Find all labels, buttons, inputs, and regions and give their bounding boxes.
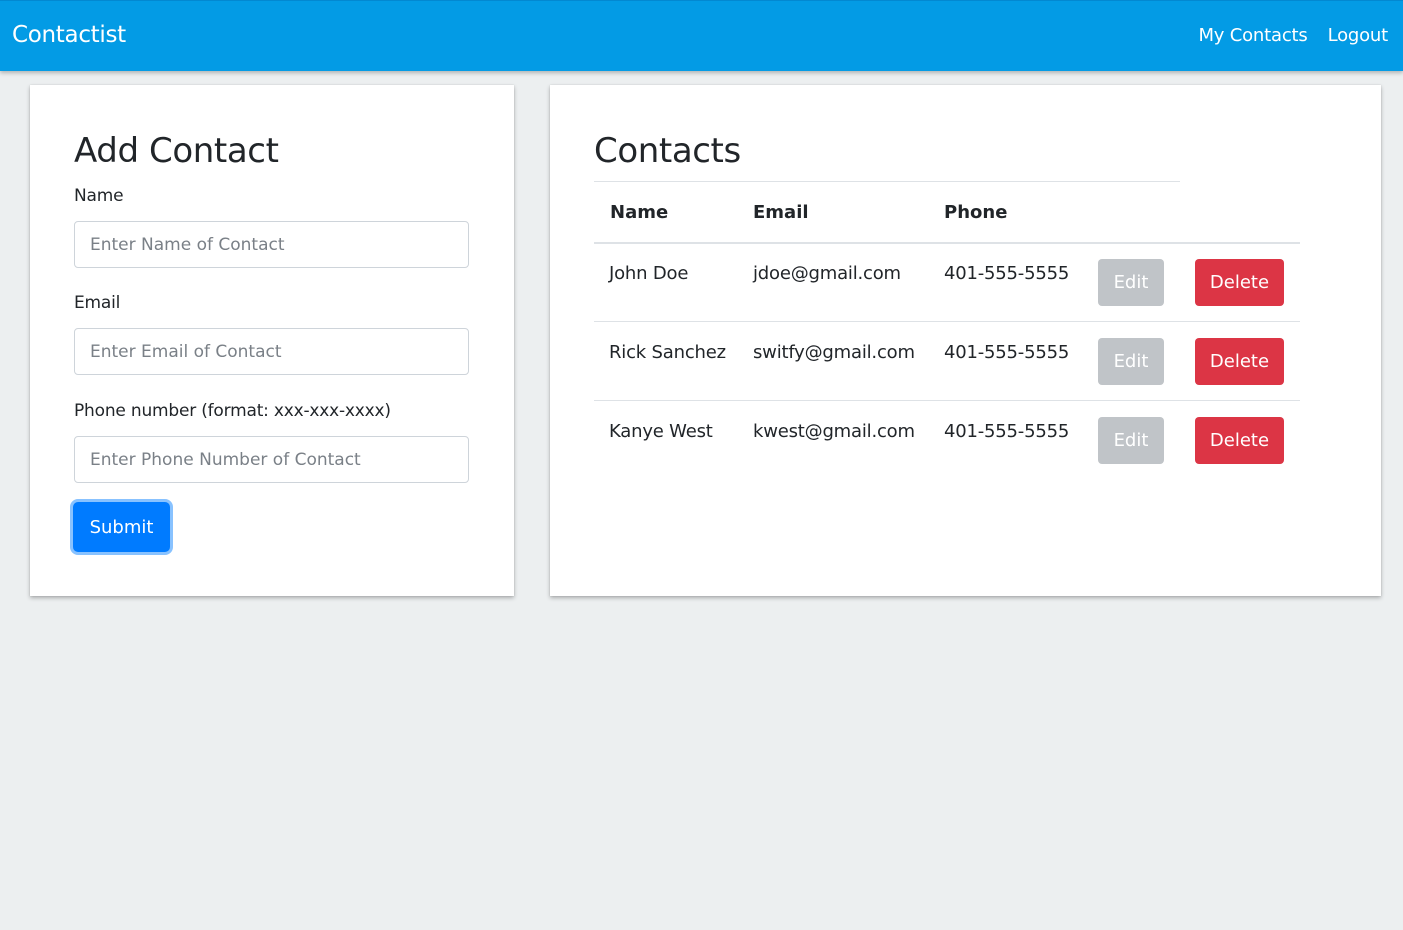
contact-name: Rick Sanchez bbox=[609, 342, 726, 363]
table-header-divider bbox=[594, 242, 1300, 244]
delete-button[interactable]: Delete bbox=[1195, 417, 1284, 464]
email-input[interactable] bbox=[74, 328, 469, 375]
contacts-title: Contacts bbox=[594, 131, 741, 171]
add-contact-card: Add Contact Name Email Phone number (for… bbox=[30, 85, 514, 596]
name-input[interactable] bbox=[74, 221, 469, 268]
brand-link[interactable]: Contactist bbox=[12, 22, 126, 48]
edit-button[interactable]: Edit bbox=[1098, 417, 1164, 464]
contact-email: jdoe@gmail.com bbox=[753, 263, 901, 284]
column-header-phone: Phone bbox=[944, 202, 1008, 223]
contact-phone: 401-555-5555 bbox=[944, 342, 1070, 363]
delete-button[interactable]: Delete bbox=[1195, 259, 1284, 306]
phone-label: Phone number (format: xxx-xxx-xxxx) bbox=[74, 401, 391, 421]
column-header-name: Name bbox=[610, 202, 669, 223]
contacts-card: Contacts Name Email Phone John Doe jdoe@… bbox=[550, 85, 1381, 596]
contact-phone: 401-555-5555 bbox=[944, 421, 1070, 442]
submit-button[interactable]: Submit bbox=[73, 502, 170, 552]
nav-logout-link[interactable]: Logout bbox=[1328, 25, 1389, 46]
nav-links: My Contacts Logout bbox=[1198, 25, 1388, 46]
nav-my-contacts-link[interactable]: My Contacts bbox=[1198, 25, 1307, 46]
edit-button[interactable]: Edit bbox=[1098, 338, 1164, 385]
contact-name: Kanye West bbox=[609, 421, 713, 442]
phone-input[interactable] bbox=[74, 436, 469, 483]
row-divider bbox=[594, 400, 1300, 401]
row-divider bbox=[594, 321, 1300, 322]
add-contact-title: Add Contact bbox=[74, 131, 279, 171]
column-header-email: Email bbox=[753, 202, 809, 223]
contact-email: switfy@gmail.com bbox=[753, 342, 915, 363]
contact-phone: 401-555-5555 bbox=[944, 263, 1070, 284]
navbar: Contactist My Contacts Logout bbox=[0, 0, 1403, 71]
delete-button[interactable]: Delete bbox=[1195, 338, 1284, 385]
edit-button[interactable]: Edit bbox=[1098, 259, 1164, 306]
contact-email: kwest@gmail.com bbox=[753, 421, 915, 442]
name-label: Name bbox=[74, 186, 124, 206]
email-label: Email bbox=[74, 293, 121, 313]
table-top-divider bbox=[594, 181, 1180, 182]
contact-name: John Doe bbox=[609, 263, 689, 284]
